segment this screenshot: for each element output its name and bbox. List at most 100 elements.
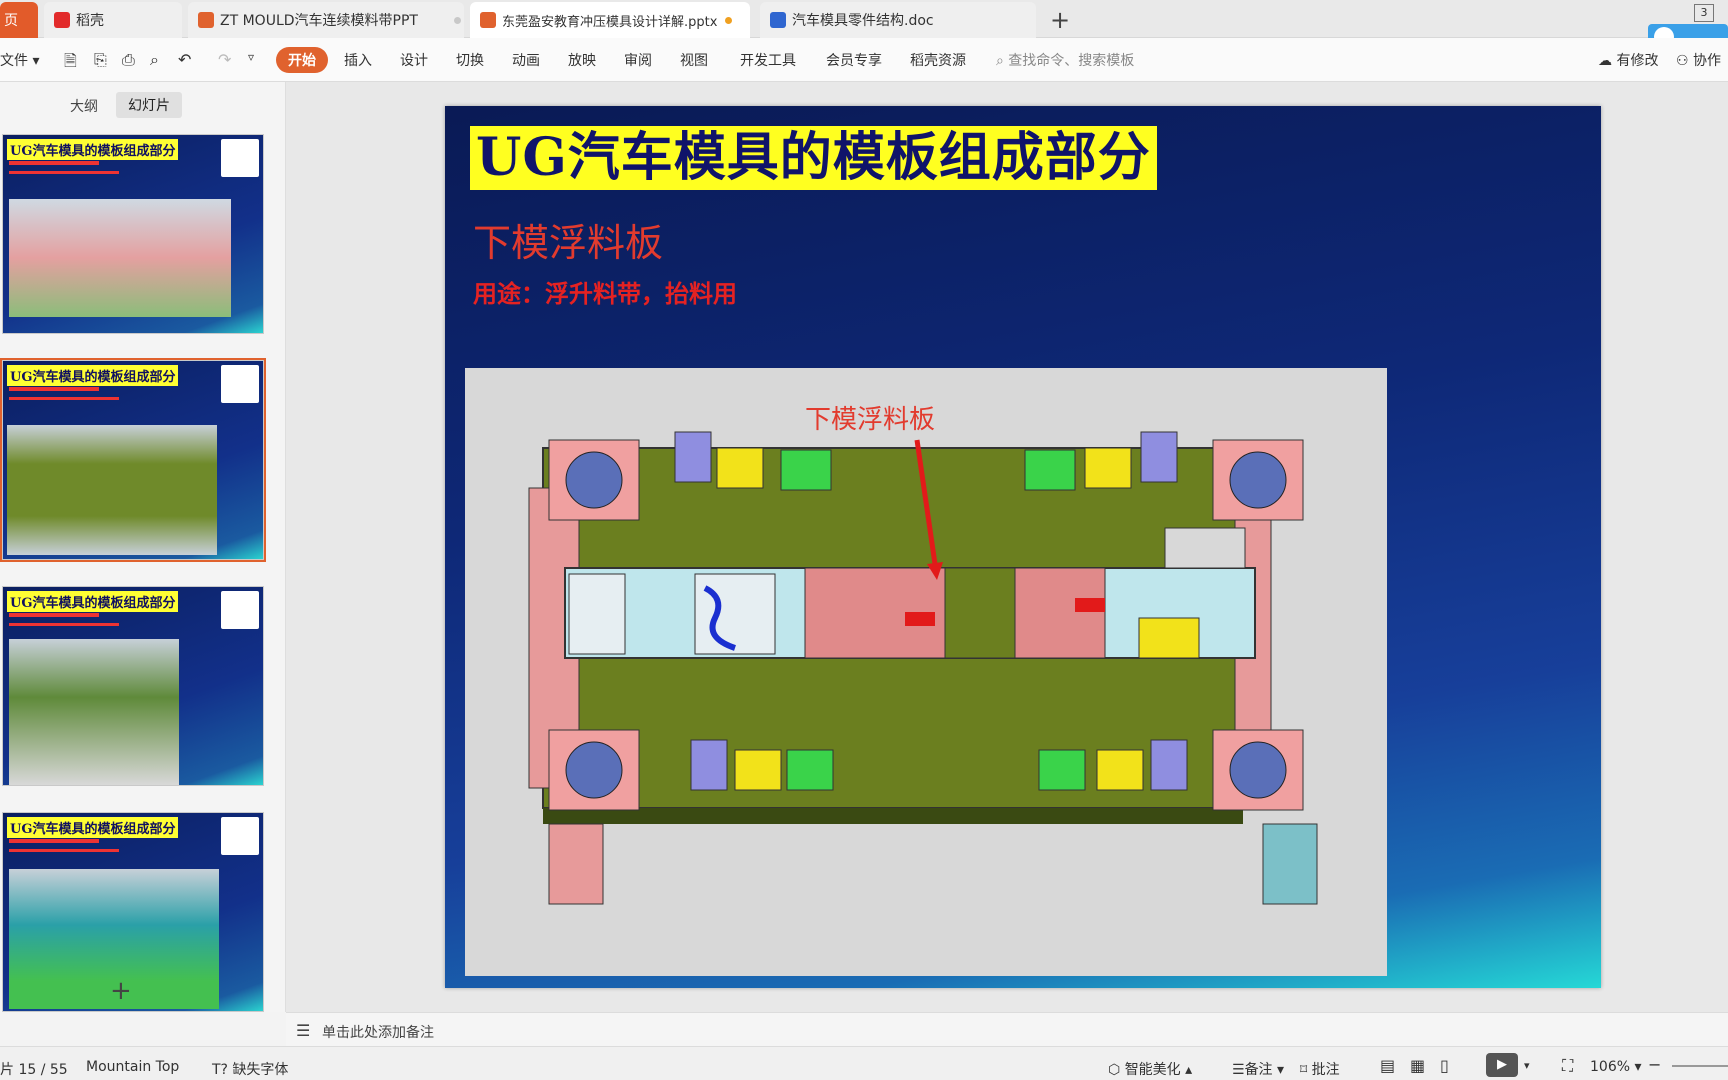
notes-toggle-button[interactable]: ☰备注 ▾ — [1232, 1059, 1284, 1079]
slide-title[interactable]: UG汽车模具的模板组成部分 — [470, 126, 1157, 190]
tab-slides[interactable]: 幻灯片 — [116, 92, 182, 118]
thumb-usage-bar — [9, 623, 119, 626]
tab-home-label: 页 — [4, 13, 18, 29]
page-indicator: 片 15 / 55 — [0, 1062, 68, 1078]
slide-thumbnail-15[interactable]: UG汽车模具的模板组成部分 — [0, 358, 266, 562]
search-icon: ⌕ — [996, 53, 1004, 69]
zoom-level[interactable]: 106% ▾ — [1590, 1059, 1642, 1075]
ribbon-tab-start[interactable]: 开始 — [276, 47, 328, 73]
ribbon-tab-animation[interactable]: 动画 — [512, 50, 540, 70]
notes-placeholder[interactable]: 单击此处添加备注 — [322, 1022, 434, 1042]
print-icon[interactable]: ⎙ — [122, 50, 135, 70]
thumb-title: UG汽车模具的模板组成部分 — [7, 139, 179, 160]
thumb-title: UG汽车模具的模板组成部分 — [7, 365, 179, 386]
current-slide[interactable]: UG汽车模具的模板组成部分 下模浮料板 用途：浮升料带，抬料用 下模浮料板 — [445, 106, 1601, 988]
file-menu-label: 文件 — [0, 53, 28, 69]
notes-icon: ☰ — [296, 1021, 311, 1040]
missing-font-indicator[interactable]: T? 缺失字体 — [212, 1059, 288, 1079]
tab-home[interactable]: 页 — [0, 2, 38, 38]
mold-drawing: 下模浮料板 — [528, 405, 1318, 905]
window-count-badge[interactable]: 3 — [1694, 4, 1714, 22]
slide-thumbnail-17[interactable]: UG汽车模具的模板组成部分 — [2, 812, 264, 1012]
modified-label: 有修改 — [1616, 53, 1659, 69]
smart-beautify-button[interactable]: ⬡ 智能美化 ▴ — [1108, 1059, 1192, 1079]
comments-button[interactable]: ⌑ 批注 — [1300, 1059, 1340, 1079]
ribbon-tab-view[interactable]: 视图 — [680, 50, 708, 70]
theme-name[interactable]: Mountain Top — [86, 1059, 179, 1075]
slide-thumbnail-16[interactable]: UG汽车模具的模板组成部分 — [2, 586, 264, 786]
ribbon-tab-devtools[interactable]: 开发工具 — [740, 50, 796, 70]
notes-bar[interactable]: ☰ 单击此处添加备注 — [286, 1012, 1728, 1046]
logo-icon — [221, 817, 259, 855]
grid-view-icon[interactable]: ▦ — [1410, 1056, 1425, 1075]
tab-ppt-active-label: 东莞盈安教育冲压模具设计详解.pptx — [502, 14, 718, 30]
ribbon-tab-daoke-resources[interactable]: 稻壳资源 — [910, 50, 966, 70]
ribbon-tab-review[interactable]: 审阅 — [624, 50, 652, 70]
add-slide-button[interactable]: + — [110, 976, 132, 1006]
save-icon[interactable]: 🗎 — [64, 50, 77, 77]
notes-toggle-label: 备注 — [1244, 1062, 1273, 1078]
tab-ppt-1-label: ZT MOULD汽车连续模料带PPT — [220, 13, 418, 29]
missing-font-label: 缺失字体 — [232, 1062, 289, 1078]
slide-thumbnail-14[interactable]: UG汽车模具的模板组成部分 — [2, 134, 264, 334]
ribbon-tab-design[interactable]: 设计 — [400, 50, 428, 70]
tab-ppt-1[interactable]: ZT MOULD汽车连续模料带PPT — [188, 2, 464, 38]
user-icon: ⚇ — [1676, 53, 1689, 69]
ribbon-toolbar: 文件 ▾ 🗎 ⎘ ⎙ ⌕ ↶ ↷ ▿ 开始 插入 设计 切换 动画 放映 审阅 … — [0, 38, 1728, 82]
ppt-icon — [198, 12, 214, 28]
thumb-usage-bar — [9, 397, 119, 400]
normal-view-icon[interactable]: ▤ — [1380, 1056, 1395, 1075]
export-icon[interactable]: ⎘ — [94, 50, 107, 70]
slide-subtitle[interactable]: 下模浮料板 — [473, 212, 663, 267]
preview-icon[interactable]: ⌕ — [150, 50, 159, 70]
slide-usage-text[interactable]: 用途：浮升料带，抬料用 — [473, 274, 737, 309]
beautify-icon: ⬡ — [1108, 1062, 1121, 1078]
tab-doc[interactable]: 汽车模具零件结构.doc — [760, 2, 1036, 38]
command-search[interactable]: ⌕ 查找命令、搜索模板 — [996, 50, 1134, 70]
thumb-subtitle-bar — [9, 839, 99, 843]
undo-icon[interactable]: ↶ — [178, 50, 191, 69]
thumb-usage-bar — [9, 849, 119, 852]
thumb-title: UG汽车模具的模板组成部分 — [7, 817, 179, 838]
reading-view-icon[interactable]: ▯ — [1440, 1056, 1449, 1075]
status-bar: 片 15 / 55 Mountain Top T? 缺失字体 ⬡ 智能美化 ▴ … — [0, 1046, 1728, 1080]
more-chevron-icon[interactable]: ▿ — [248, 50, 254, 64]
font-warning-icon: T? — [212, 1062, 228, 1078]
ribbon-tab-member[interactable]: 会员专享 — [826, 50, 882, 70]
beautify-label: 智能美化 — [1124, 1062, 1181, 1078]
play-options-chevron-icon[interactable]: ▾ — [1524, 1059, 1530, 1072]
fit-window-icon[interactable]: ⛶ — [1562, 1056, 1573, 1076]
thumb-usage-bar — [9, 171, 119, 174]
word-icon — [770, 12, 786, 28]
thumb-title: UG汽车模具的模板组成部分 — [7, 591, 179, 612]
slide-thumbnail-panel: 大纲 幻灯片 UG汽车模具的模板组成部分 UG汽车模具的模板组成部分 UG汽车模… — [0, 82, 286, 1012]
notes-toggle-icon: ☰ — [1232, 1062, 1245, 1078]
modified-status[interactable]: ☁ 有修改 — [1598, 50, 1658, 70]
redo-icon[interactable]: ↷ — [218, 50, 231, 69]
play-slideshow-button[interactable]: ▶ — [1486, 1053, 1518, 1077]
logo-icon — [221, 365, 259, 403]
thumb-subtitle-bar — [9, 613, 99, 617]
tab-bar: 页 稻壳 ZT MOULD汽车连续模料带PPT 东莞盈安教育冲压模具设计详解.p… — [0, 0, 1728, 50]
zoom-out-button[interactable]: − — [1648, 1055, 1661, 1074]
ribbon-tab-slideshow[interactable]: 放映 — [568, 50, 596, 70]
mold-assembly-image[interactable]: 下模浮料板 — [465, 368, 1387, 976]
logo-icon — [221, 139, 259, 177]
tab-ppt-active[interactable]: 东莞盈安教育冲压模具设计详解.pptx — [470, 2, 750, 38]
ribbon-tab-insert[interactable]: 插入 — [344, 50, 372, 70]
daoke-icon — [54, 12, 70, 28]
comment-icon: ⌑ — [1300, 1062, 1308, 1078]
thumb-image — [9, 199, 231, 317]
thumb-subtitle-bar — [9, 161, 99, 165]
zoom-slider[interactable] — [1672, 1065, 1728, 1067]
ppt-icon — [480, 12, 496, 28]
tab-daoke[interactable]: 稻壳 — [44, 2, 182, 38]
tab-close-dot[interactable] — [453, 16, 461, 24]
file-menu[interactable]: 文件 ▾ — [0, 50, 39, 70]
tab-outline[interactable]: 大纲 — [70, 96, 98, 116]
callout-label: 下模浮料板 — [805, 405, 935, 435]
new-tab-button[interactable]: + — [1050, 6, 1070, 34]
cloud-modified-icon: ☁ — [1598, 53, 1612, 69]
collaborate-button[interactable]: ⚇ 协作 — [1676, 50, 1721, 70]
ribbon-tab-transition[interactable]: 切换 — [456, 50, 484, 70]
